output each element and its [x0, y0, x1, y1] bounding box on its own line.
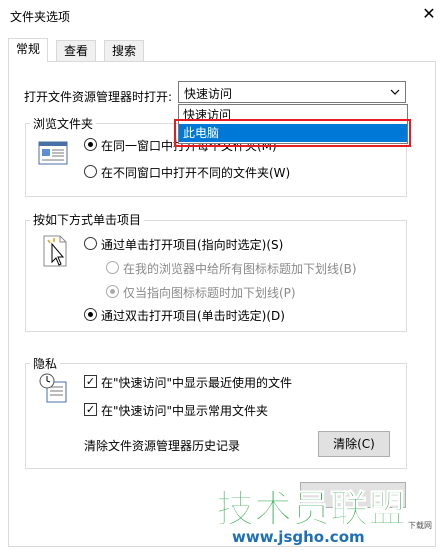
double-click-label: 通过双击打开项目(单击时选定)(D) [101, 309, 285, 323]
click-items-title: 按如下方式单击项目 [30, 211, 145, 228]
radio-underline-all [106, 261, 119, 274]
single-click-label: 通过单击打开项目(指向时选定)(S) [101, 238, 284, 252]
watermark-text: 技术员联盟 [216, 487, 406, 531]
privacy-title: 隐私 [30, 355, 61, 372]
title-bar: 文件夹选项 ✕ [0, 0, 444, 30]
recent-files-label: 在"快速访问"中显示最近使用的文件 [101, 376, 293, 390]
privacy-clock-icon [38, 372, 68, 407]
radio-double-click[interactable] [84, 308, 97, 321]
underline-all-label: 在我的浏览器中给所有图标标题加下划线(B) [123, 262, 357, 276]
tab-search[interactable]: 搜索 [104, 40, 145, 61]
radio-same-window[interactable] [84, 138, 97, 151]
watermark-overlay: 技术员联盟 www.jsgho.com 下载网 [212, 478, 444, 547]
clear-history-label: 清除文件资源管理器历史记录 [84, 439, 241, 453]
combo-selected-value: 快速访问 [184, 87, 233, 101]
browse-folders-title: 浏览文件夹 [30, 115, 97, 132]
radio-single-click[interactable] [84, 237, 97, 250]
checkbox-frequent-folders[interactable]: ✓ [84, 403, 97, 416]
highlight-annotation-box [174, 119, 411, 147]
clear-history-button[interactable]: 清除(C) [318, 431, 390, 457]
underline-hover-label: 仅当指向图标标题时加下划线(P) [123, 286, 296, 300]
frequent-folders-label: 在"快速访问"中显示常用文件夹 [101, 404, 269, 418]
watermark-url: www.jsgho.com [232, 528, 365, 546]
watermark-corner-text: 下载网 [408, 520, 432, 530]
chevron-down-icon[interactable] [389, 83, 401, 104]
open-explorer-combo[interactable]: 快速访问 [178, 81, 406, 103]
tab-general[interactable]: 常规 [8, 38, 49, 62]
new-window-label: 在不同窗口中打开不同的文件夹(W) [101, 166, 291, 180]
radio-underline-hover [106, 285, 119, 298]
window-title: 文件夹选项 [10, 10, 71, 24]
close-icon[interactable]: ✕ [420, 4, 438, 24]
radio-new-window[interactable] [84, 165, 97, 178]
folder-window-icon [38, 140, 68, 169]
tab-strip: 常规 查看 搜索 [0, 38, 444, 62]
checkbox-recent-files[interactable]: ✓ [84, 375, 97, 388]
tab-view[interactable]: 查看 [56, 40, 97, 61]
click-pointer-icon [40, 234, 70, 271]
open-explorer-label: 打开文件资源管理器时打开: [24, 90, 173, 104]
